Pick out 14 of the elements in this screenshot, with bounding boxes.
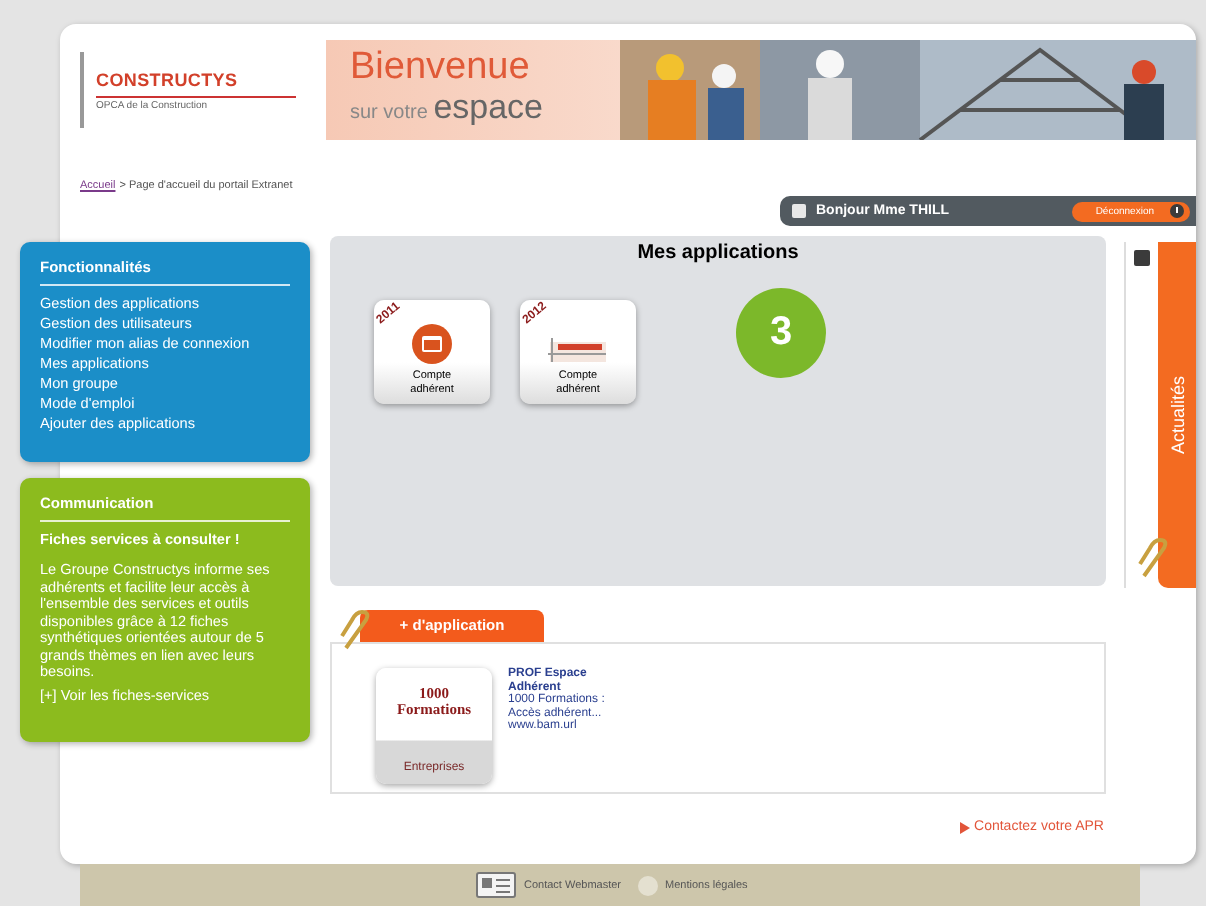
logo-name: CONSTRUCTYS	[96, 69, 240, 89]
power-icon	[1170, 204, 1184, 218]
logo-icon	[546, 334, 610, 366]
user-icon	[792, 204, 806, 218]
banner-title: Bienvenue	[350, 48, 532, 88]
news-tab[interactable]: Actualités	[1158, 242, 1196, 588]
info-icon	[637, 875, 658, 895]
number-badge: 3	[736, 288, 826, 378]
close-icon[interactable]	[1134, 250, 1151, 266]
folder-icon	[410, 322, 454, 366]
banner-subtitle: sur votre espace	[350, 88, 546, 128]
arrow-icon	[960, 821, 971, 833]
section-title: Mes applications	[635, 240, 801, 264]
contact-card-icon	[476, 872, 516, 898]
